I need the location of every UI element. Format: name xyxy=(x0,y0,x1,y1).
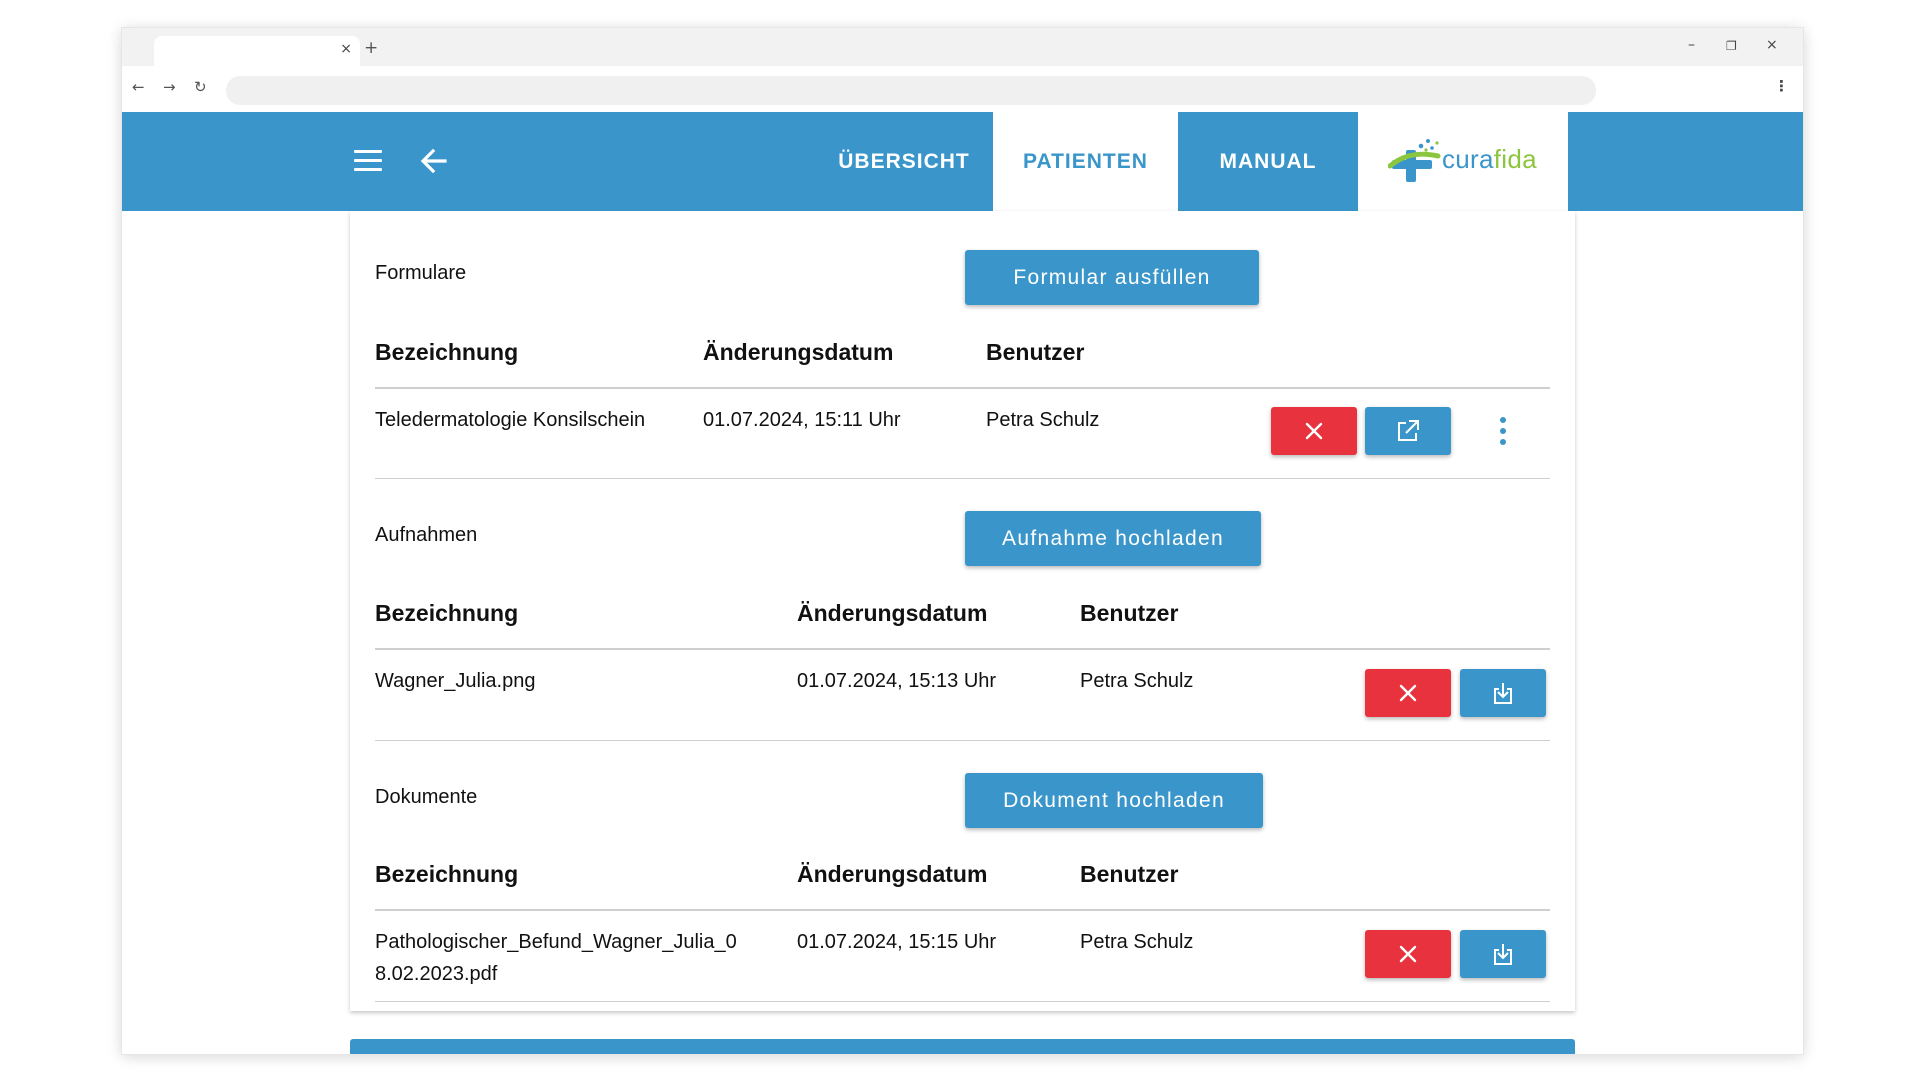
new-tab-icon[interactable]: + xyxy=(364,38,378,58)
browser-tab[interactable]: × xyxy=(154,36,360,66)
col-header-benutzer: Benutzer xyxy=(986,339,1085,365)
section-label-formulare: Formulare xyxy=(375,262,467,284)
table-header-divider xyxy=(375,909,1550,911)
close-icon xyxy=(1305,422,1323,440)
delete-button[interactable] xyxy=(1365,669,1451,717)
row-user: Petra Schulz xyxy=(1080,931,1194,953)
tab-strip: × + – ❐ × xyxy=(122,28,1803,66)
nav-uebersicht[interactable]: ÜBERSICHT xyxy=(816,112,992,211)
col-header-bezeichnung: Bezeichnung xyxy=(375,339,519,365)
close-icon xyxy=(1399,945,1417,963)
reload-icon[interactable]: ↻ xyxy=(194,78,207,96)
row-date: 01.07.2024, 15:15 Uhr xyxy=(797,931,997,953)
delete-button[interactable] xyxy=(1365,930,1451,978)
more-options-icon[interactable] xyxy=(1493,413,1513,449)
browser-forward-icon[interactable]: → xyxy=(163,78,176,96)
aufnahme-hochladen-button[interactable]: Aufnahme hochladen xyxy=(965,511,1261,566)
row-date: 01.07.2024, 15:13 Uhr xyxy=(797,670,997,692)
app-header: ÜBERSICHT PATIENTEN MANUAL curafida xyxy=(122,112,1803,211)
browser-back-icon[interactable]: ← xyxy=(132,78,145,96)
section-label-aufnahmen: Aufnahmen xyxy=(375,524,478,546)
col-header-benutzer: Benutzer xyxy=(1080,861,1179,887)
formular-ausfuellen-button[interactable]: Formular ausfüllen xyxy=(965,250,1259,305)
window-close-icon[interactable]: × xyxy=(1766,37,1778,53)
patient-files-card: Formulare Formular ausfüllen Bezeichnung… xyxy=(350,211,1575,1011)
menu-icon[interactable] xyxy=(354,150,382,172)
close-icon xyxy=(1399,684,1417,702)
dokument-hochladen-button[interactable]: Dokument hochladen xyxy=(965,773,1263,828)
row-divider xyxy=(375,740,1550,741)
browser-window: × + – ❐ × ← → ↻ ⋮ ÜBERSICHT PATIENTEN MA… xyxy=(122,28,1803,1054)
row-name-line-2: 8.02.2023.pdf xyxy=(375,963,498,985)
col-header-aenderungsdatum: Änderungsdatum xyxy=(797,600,988,626)
delete-button[interactable] xyxy=(1271,407,1357,455)
logo-cross-icon xyxy=(1388,139,1441,182)
download-icon xyxy=(1494,683,1512,704)
bottom-panel-header xyxy=(350,1039,1575,1054)
table-header-divider xyxy=(375,387,1550,389)
row-divider xyxy=(375,1001,1550,1002)
restore-icon[interactable]: ❐ xyxy=(1726,39,1737,53)
download-button[interactable] xyxy=(1460,669,1546,717)
address-bar-row: ← → ↻ ⋮ xyxy=(122,66,1803,112)
col-header-bezeichnung: Bezeichnung xyxy=(375,861,519,887)
row-divider xyxy=(375,478,1550,479)
section-label-dokumente: Dokumente xyxy=(375,786,478,808)
download-icon xyxy=(1494,944,1512,965)
tab-close-icon[interactable]: × xyxy=(340,41,352,57)
col-header-aenderungsdatum: Änderungsdatum xyxy=(703,339,894,365)
row-name-line-1: Pathologischer_Befund_Wagner_Julia_0 xyxy=(375,931,737,953)
minimize-icon[interactable]: – xyxy=(1688,37,1695,53)
col-header-benutzer: Benutzer xyxy=(1080,600,1179,626)
table-header-divider xyxy=(375,648,1550,650)
arrow-left-icon[interactable] xyxy=(418,145,450,177)
row-name: Wagner_Julia.png xyxy=(375,670,536,692)
logo-text: curafida xyxy=(1442,144,1537,174)
browser-menu-icon[interactable]: ⋮ xyxy=(1774,77,1789,95)
col-header-aenderungsdatum: Änderungsdatum xyxy=(797,861,988,887)
open-external-button[interactable] xyxy=(1365,407,1451,455)
nav-manual[interactable]: MANUAL xyxy=(1179,112,1357,211)
curafida-logo: curafida xyxy=(1358,112,1568,211)
row-user: Petra Schulz xyxy=(1080,670,1194,692)
row-name: Teledermatologie Konsilschein xyxy=(375,409,646,431)
nav-patienten[interactable]: PATIENTEN xyxy=(993,112,1178,211)
external-link-icon xyxy=(1398,420,1419,441)
address-bar-input[interactable] xyxy=(226,76,1596,105)
download-button[interactable] xyxy=(1460,930,1546,978)
col-header-bezeichnung: Bezeichnung xyxy=(375,600,519,626)
row-date: 01.07.2024, 15:11 Uhr xyxy=(703,409,901,431)
row-user: Petra Schulz xyxy=(986,409,1100,431)
row-name: Pathologischer_Befund_Wagner_Julia_0 8.0… xyxy=(375,926,737,990)
